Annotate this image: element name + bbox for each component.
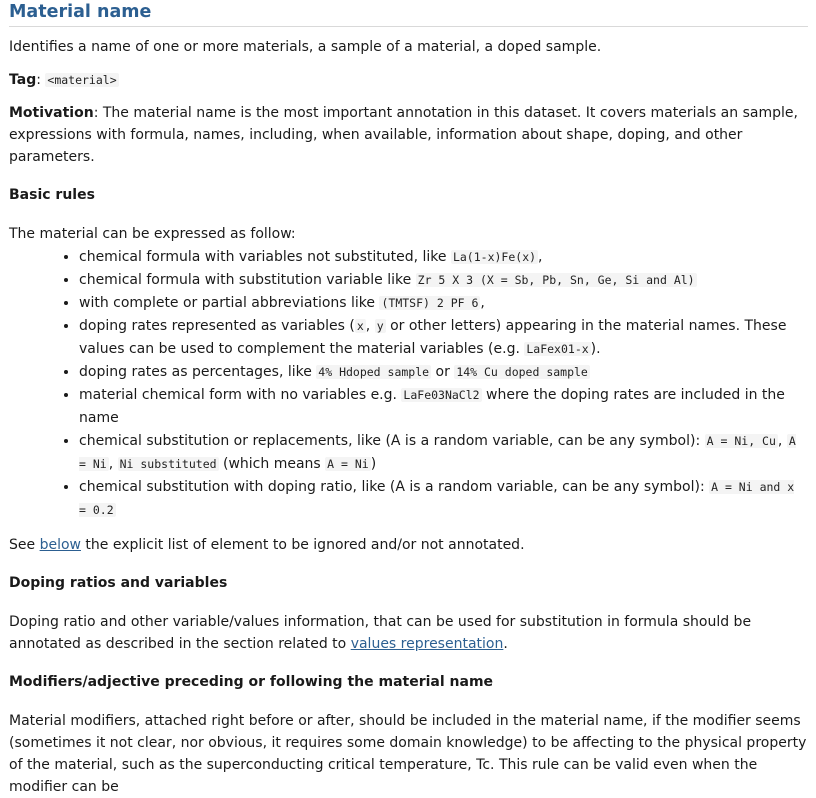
- modifiers-heading: Modifiers/adjective preceding or followi…: [9, 674, 494, 690]
- list-item: with complete or partial abbreviations l…: [79, 292, 808, 315]
- item-text: ,: [538, 249, 543, 265]
- item-code: (TMTSF) 2 PF 6: [379, 296, 481, 310]
- document-page: Material name Identifies a name of one o…: [0, 0, 816, 798]
- see-below-text: the explicit list of element to be ignor…: [80, 537, 525, 553]
- list-item: doping rates represented as variables (x…: [79, 315, 808, 361]
- description: Identifies a name of one or more materia…: [9, 39, 602, 55]
- tag-line: Tag: <material>: [9, 72, 119, 88]
- item-text: ,: [777, 433, 787, 449]
- below-link[interactable]: below: [40, 537, 81, 553]
- modifiers-paragraph: Material modifiers, attached right befor…: [9, 713, 807, 795]
- item-text: chemical formula with variables not subs…: [79, 249, 451, 265]
- item-text: chemical substitution with doping ratio,…: [79, 479, 710, 495]
- page-title: Material name: [9, 0, 808, 27]
- item-text: ,: [365, 318, 375, 334]
- tag-code: <material>: [45, 73, 119, 87]
- item-code: x: [354, 319, 366, 333]
- item-text: doping rates as percentages, like: [79, 364, 317, 380]
- item-text: ).: [590, 341, 601, 357]
- basic-rules-intro: The material can be expressed as follow:: [9, 226, 296, 242]
- doping-text: .: [503, 636, 508, 652]
- basic-rules-heading: Basic rules: [9, 187, 95, 203]
- item-code: La(1-x)Fe(x): [450, 250, 539, 264]
- item-text: (which means: [218, 456, 326, 472]
- item-text: ,: [108, 456, 118, 472]
- item-code: LaFe03NaCl2: [401, 388, 482, 402]
- item-text: ,: [480, 295, 485, 311]
- item-code: y: [374, 319, 386, 333]
- item-text: ): [370, 456, 377, 472]
- motivation-text: : The material name is the most importan…: [9, 105, 798, 165]
- doping-heading: Doping ratios and variables: [9, 575, 228, 591]
- motivation-label: Motivation: [9, 105, 94, 121]
- item-text: doping rates represented as variables (: [79, 318, 355, 334]
- list-item: doping rates as percentages, like 4% Hdo…: [79, 361, 808, 384]
- item-code: Zr 5 X 3 (X = Sb, Pb, Sn, Ge, Si and Al): [415, 273, 697, 287]
- item-code: A = Ni: [325, 457, 371, 471]
- motivation-paragraph: Motivation: The material name is the mos…: [9, 102, 808, 168]
- item-text: chemical substitution or replacements, l…: [79, 433, 705, 449]
- values-representation-link[interactable]: values representation: [351, 636, 504, 652]
- rules-list: chemical formula with variables not subs…: [9, 246, 808, 522]
- list-item: chemical substitution with doping ratio,…: [79, 476, 808, 522]
- item-code: Ni substituted: [117, 457, 219, 471]
- see-below-text: See: [9, 537, 40, 553]
- item-code: A = Ni, Cu: [704, 434, 778, 448]
- item-code: 4% Hdoped sample: [316, 365, 432, 379]
- list-item: material chemical form with no variables…: [79, 384, 808, 430]
- see-below-paragraph: See below the explicit list of element t…: [9, 534, 808, 556]
- item-text: or: [431, 364, 455, 380]
- item-text: material chemical form with no variables…: [79, 387, 402, 403]
- tag-label: Tag: [9, 72, 37, 88]
- doping-paragraph: Doping ratio and other variable/values i…: [9, 611, 808, 655]
- list-item: chemical substitution or replacements, l…: [79, 430, 808, 476]
- list-item: chemical formula with variables not subs…: [79, 246, 808, 269]
- item-text: chemical formula with substitution varia…: [79, 272, 416, 288]
- list-item: chemical formula with substitution varia…: [79, 269, 808, 292]
- item-text: with complete or partial abbreviations l…: [79, 295, 380, 311]
- item-code: 14% Cu doped sample: [454, 365, 590, 379]
- item-code: LaFex01-x: [524, 342, 591, 356]
